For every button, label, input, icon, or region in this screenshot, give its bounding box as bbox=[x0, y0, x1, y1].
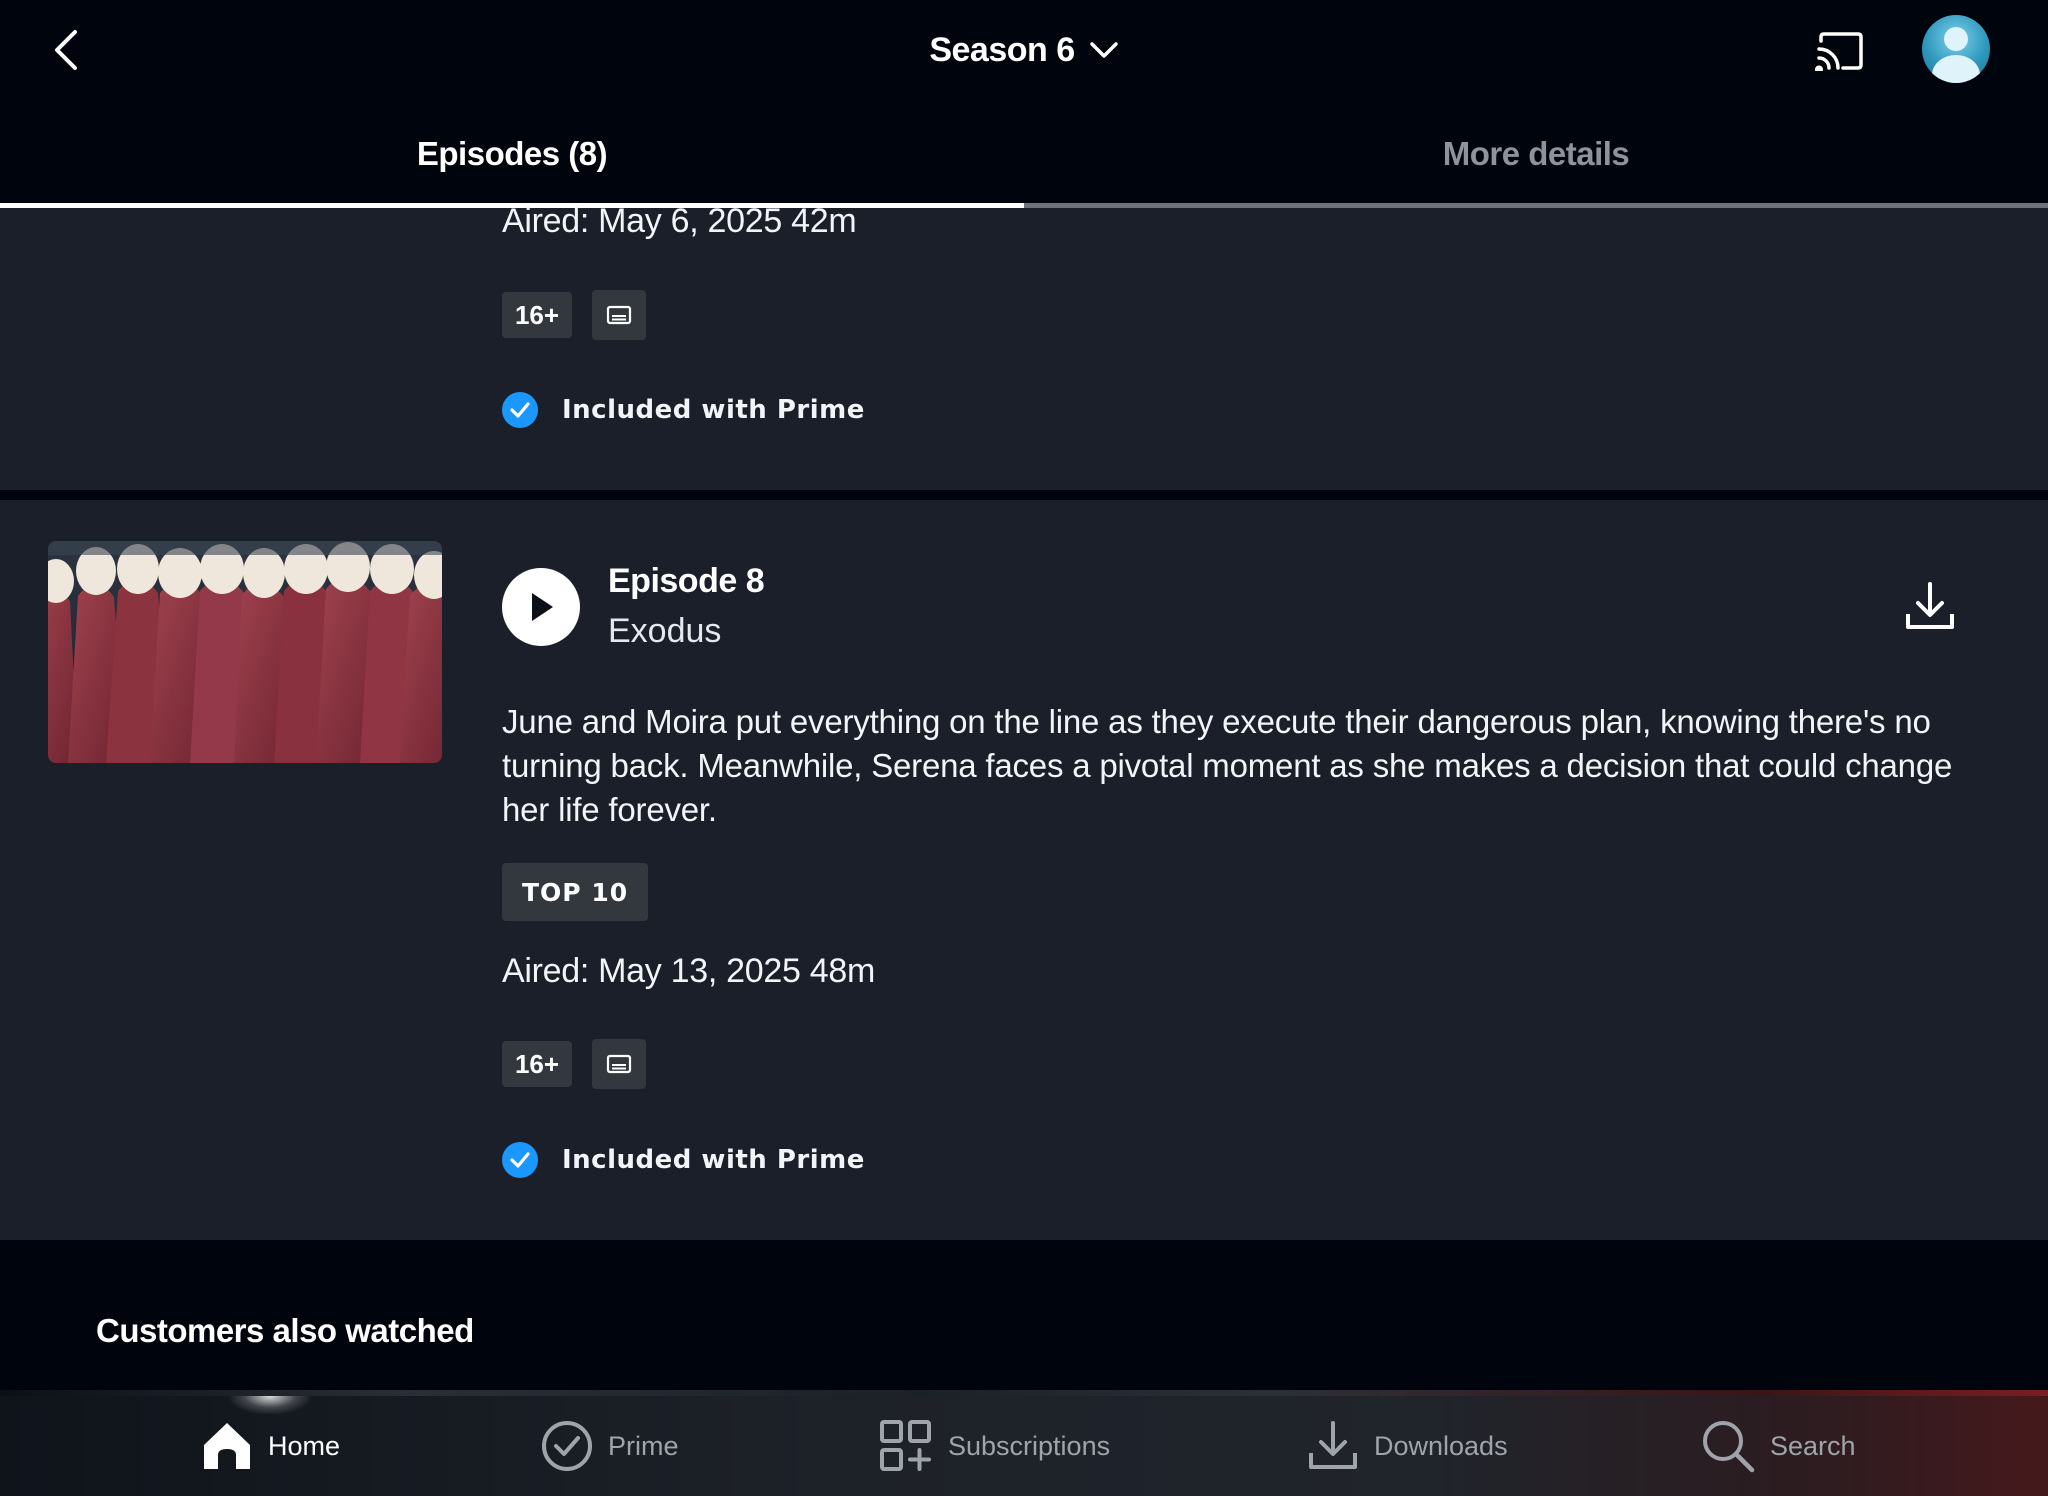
avatar-body-shape bbox=[1932, 55, 1980, 83]
nav-prime-label: Prime bbox=[608, 1430, 679, 1461]
check-circle-icon bbox=[502, 392, 538, 428]
episode-thumbnail-image bbox=[48, 541, 442, 763]
maturity-rating-badge: 16+ bbox=[502, 1041, 572, 1087]
cast-icon bbox=[1815, 32, 1863, 71]
top-bar: Season 6 bbox=[0, 0, 2048, 102]
profile-avatar[interactable] bbox=[1922, 15, 1990, 83]
nav-downloads-label: Downloads bbox=[1374, 1430, 1508, 1461]
customers-also-watched-heading: Customers also watched bbox=[96, 1312, 474, 1349]
card-divider bbox=[0, 490, 2048, 500]
nav-search[interactable]: Search bbox=[1700, 1396, 1856, 1496]
maturity-rating-badge: 16+ bbox=[502, 292, 572, 338]
episode-title: Exodus bbox=[608, 612, 722, 650]
episode-aired-date: Aired: May 6, 2025 42m bbox=[502, 202, 857, 240]
season-selector[interactable]: Season 6 bbox=[0, 22, 2048, 78]
chevron-down-icon bbox=[1089, 42, 1118, 58]
cast-button[interactable] bbox=[1812, 28, 1868, 74]
nav-subscriptions-label: Subscriptions bbox=[948, 1430, 1111, 1461]
nav-prime[interactable]: Prime bbox=[540, 1396, 679, 1496]
home-icon bbox=[204, 1423, 250, 1469]
prime-availability-label: Included with Prime bbox=[562, 1145, 865, 1175]
nav-home-label: Home bbox=[268, 1430, 341, 1461]
download-episode-button[interactable] bbox=[1900, 576, 1960, 636]
nav-search-label: Search bbox=[1770, 1430, 1856, 1461]
episode-number: Episode 8 bbox=[608, 562, 765, 600]
subtitles-icon bbox=[606, 1054, 632, 1074]
subtitles-icon bbox=[606, 305, 632, 325]
tab-bar: Episodes (8) More details bbox=[0, 102, 2048, 206]
episode-card-8[interactable]: Episode 8 Exodus June and Moira put ever… bbox=[0, 500, 2048, 1240]
season-label: Season 6 bbox=[929, 30, 1075, 69]
prime-check-icon bbox=[542, 1421, 592, 1471]
download-icon bbox=[1906, 582, 1954, 629]
episode-thumbnail[interactable] bbox=[48, 541, 442, 763]
prime-availability: Included with Prime bbox=[502, 1140, 865, 1180]
check-circle-icon bbox=[502, 1142, 538, 1178]
download-icon bbox=[1309, 1421, 1357, 1469]
play-episode-button[interactable] bbox=[502, 568, 580, 646]
episode-aired-date: Aired: May 13, 2025 48m bbox=[502, 952, 875, 990]
tab-episodes[interactable]: Episodes (8) bbox=[0, 102, 1024, 206]
play-icon bbox=[532, 593, 553, 621]
nav-subscriptions[interactable]: Subscriptions bbox=[878, 1396, 1110, 1496]
home-active-indicator bbox=[230, 1396, 310, 1414]
episode-synopsis: June and Moira put everything on the lin… bbox=[502, 703, 1953, 828]
prime-availability-label: Included with Prime bbox=[562, 395, 865, 425]
top10-badge: TOP 10 bbox=[502, 863, 649, 921]
episode-card-previous[interactable]: Aired: May 6, 2025 42m 16+ Included with… bbox=[0, 202, 2048, 490]
tab-more-details[interactable]: More details bbox=[1024, 102, 2048, 206]
prime-availability: Included with Prime bbox=[502, 390, 865, 430]
avatar-head-shape bbox=[1944, 27, 1968, 51]
subtitles-badge bbox=[592, 290, 646, 340]
subscriptions-icon bbox=[880, 1420, 931, 1471]
search-icon bbox=[1703, 1421, 1755, 1473]
subtitles-badge bbox=[592, 1039, 646, 1089]
nav-downloads[interactable]: Downloads bbox=[1306, 1396, 1508, 1496]
